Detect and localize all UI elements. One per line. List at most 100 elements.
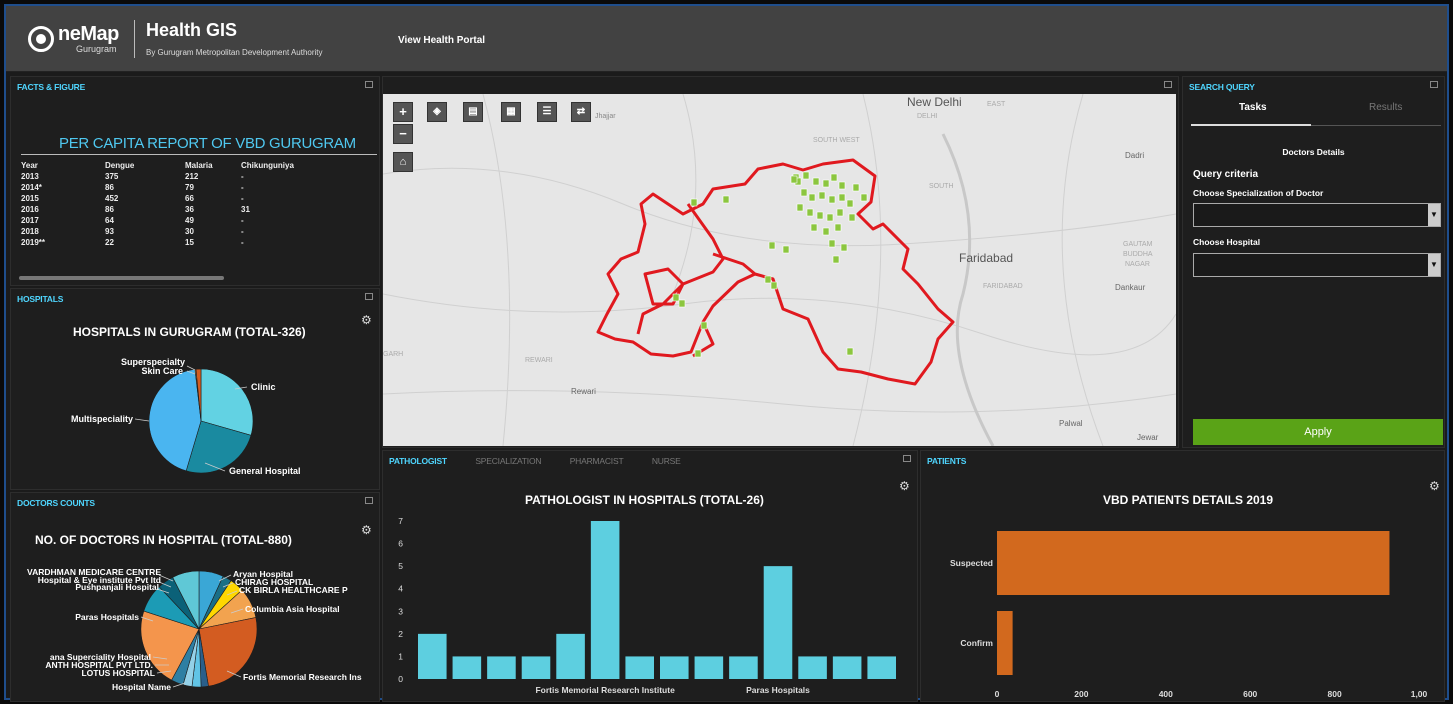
cell: 2016	[21, 205, 39, 214]
cell: 375	[105, 172, 119, 181]
map-label: Dankaur	[1115, 283, 1146, 292]
gear-icon[interactable]: ⚙	[899, 479, 910, 493]
pie-label: Hospital Name	[112, 682, 171, 692]
map-canvas[interactable]: New Delhi EAST DELHI SOUTH WEST SOUTH Da…	[383, 94, 1176, 446]
bar[interactable]	[694, 656, 724, 679]
x-tick-label: 800	[1328, 689, 1342, 699]
maximize-icon[interactable]	[1430, 81, 1438, 88]
bar[interactable]	[798, 656, 827, 679]
bar[interactable]	[521, 656, 551, 679]
hospital-select[interactable]: ▼	[1193, 253, 1441, 277]
cell: 66	[185, 194, 194, 203]
maximize-icon[interactable]	[365, 81, 373, 88]
bar[interactable]	[625, 656, 654, 679]
app-subtitle: By Gurugram Metropolitan Development Aut…	[146, 48, 323, 57]
tab-tasks[interactable]: Tasks	[1239, 102, 1267, 113]
hospitals-panel: HOSPITALS ⚙ HOSPITALS IN GURUGRAM (TOTAL…	[10, 288, 380, 490]
cell: 452	[105, 194, 119, 203]
y-tick-label: Confirm	[960, 638, 993, 648]
staff-panel: PATHOLOGIST SPECIALIZATION PHARMACIST NU…	[382, 450, 918, 702]
doctors-chart-title: NO. OF DOCTORS IN HOSPITAL (TOTAL-880)	[35, 533, 292, 547]
staff-tabs: PATHOLOGIST SPECIALIZATION PHARMACIST NU…	[389, 456, 707, 466]
bar[interactable]	[867, 656, 896, 679]
pie-label: Pushpanjali Hospital	[75, 582, 159, 592]
gear-icon[interactable]: ⚙	[361, 313, 372, 327]
bar[interactable]	[556, 633, 585, 679]
y-tick-label: 7	[398, 516, 403, 526]
table-row: 2019** 22 15 -	[21, 237, 351, 248]
layers-icon[interactable]: ◈	[427, 102, 447, 122]
map-view[interactable]: New Delhi EAST DELHI SOUTH WEST SOUTH Da…	[383, 94, 1176, 446]
cell: 93	[105, 227, 114, 236]
bar[interactable]	[729, 656, 758, 679]
pie-label: Columbia Asia Hospital	[245, 604, 340, 614]
onemap-logo[interactable]: neMap Gurugram	[28, 24, 119, 54]
staff-chart-title: PATHOLOGIST IN HOSPITALS (TOTAL-26)	[525, 493, 764, 507]
tab-specialization[interactable]: SPECIALIZATION	[475, 456, 541, 466]
y-tick-label: 5	[398, 561, 403, 571]
tab-results[interactable]: Results	[1369, 102, 1402, 113]
zoom-out-button[interactable]: −	[393, 124, 413, 144]
legend-icon[interactable]: ▤	[463, 102, 483, 122]
view-health-portal-link[interactable]: View Health Portal	[398, 35, 485, 46]
bar[interactable]	[590, 521, 620, 679]
bar[interactable]	[487, 656, 516, 679]
specialization-select[interactable]: ▼	[1193, 203, 1441, 227]
bar[interactable]	[832, 656, 862, 679]
cell: 30	[185, 227, 194, 236]
map-panel: New Delhi EAST DELHI SOUTH WEST SOUTH Da…	[382, 76, 1179, 448]
map-label: Jhajjar	[595, 113, 616, 120]
zoom-in-button[interactable]: +	[393, 102, 413, 122]
chevron-down-icon[interactable]: ▼	[1428, 204, 1440, 226]
cell: 2013	[21, 172, 39, 181]
tab-pathologist[interactable]: PATHOLOGIST	[389, 456, 447, 466]
map-label: FARIDABAD	[983, 283, 1023, 290]
maximize-icon[interactable]	[903, 455, 911, 462]
app-frame: neMap Gurugram Health GIS By Gurugram Me…	[4, 4, 1449, 702]
patients-bar-chart: Suspected Confirm 0 200 400 600 800 1,00	[950, 531, 1428, 699]
tab-nurse[interactable]: NURSE	[652, 456, 681, 466]
pie-label: Paras Hospitals	[75, 612, 139, 622]
facts-heading: PER CAPITA REPORT OF VBD GURUGRAM	[59, 135, 356, 152]
bar[interactable]	[997, 611, 1013, 675]
home-icon[interactable]: ⌂	[393, 152, 413, 172]
maximize-icon[interactable]	[1164, 81, 1172, 88]
pathologist-bar-chart: 0 1 2 3 4 5 6 7 Fortis Memorial Research Institu…	[398, 516, 896, 695]
bar[interactable]	[452, 656, 482, 679]
logo-name: neMap	[58, 23, 119, 45]
cell: -	[241, 183, 244, 192]
x-tick-label: 1,00	[1411, 689, 1428, 699]
chevron-down-icon[interactable]: ▼	[1428, 254, 1440, 276]
cell: 212	[185, 172, 199, 181]
map-label: GAUTAM	[1123, 241, 1153, 248]
maximize-icon[interactable]	[365, 497, 373, 504]
cell: -	[241, 194, 244, 203]
column-header: Chikunguniya	[241, 161, 294, 170]
bar[interactable]	[763, 566, 793, 679]
y-tick-label: 3	[398, 606, 403, 616]
column-header: Year	[21, 161, 38, 170]
swipe-icon[interactable]: ⇄	[571, 102, 591, 122]
bar[interactable]	[660, 656, 689, 679]
hospitals-chart-title: HOSPITALS IN GURUGRAM (TOTAL-326)	[73, 325, 306, 339]
cell: 2018	[21, 227, 39, 236]
panel-title: PATIENTS	[927, 456, 967, 466]
horizontal-scrollbar[interactable]	[19, 276, 224, 280]
list-icon[interactable]: ☰	[537, 102, 557, 122]
map-label: Palwal	[1059, 419, 1083, 428]
maximize-icon[interactable]	[365, 293, 373, 300]
doctors-pie-chart: VARDHMAN MEDICARE CENTRE Hospital & Eye …	[27, 567, 362, 692]
cell: 2015	[21, 194, 39, 203]
app-header: neMap Gurugram Health GIS By Gurugram Me…	[6, 6, 1447, 72]
header-divider	[134, 20, 135, 58]
bar[interactable]	[418, 633, 447, 679]
cell: 79	[185, 183, 194, 192]
query-criteria-heading: Query criteria	[1193, 169, 1259, 180]
apply-button[interactable]: Apply	[1193, 419, 1443, 445]
bar[interactable]	[997, 531, 1390, 595]
tab-pharmacist[interactable]: PHARMACIST	[570, 456, 624, 466]
basemap-gallery-icon[interactable]: ▦	[501, 102, 521, 122]
gear-icon[interactable]: ⚙	[1429, 479, 1440, 493]
pie-label: Clinic	[251, 382, 276, 392]
gear-icon[interactable]: ⚙	[361, 523, 372, 537]
